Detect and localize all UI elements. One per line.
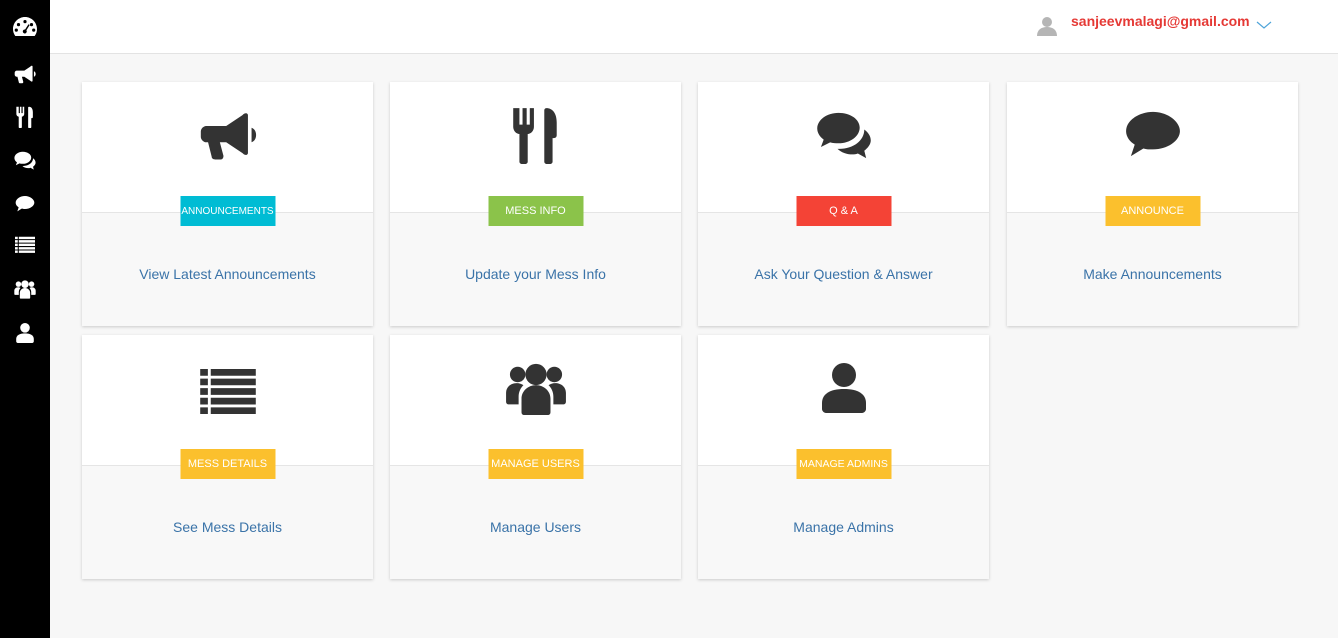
list-icon	[15, 236, 35, 253]
card-bottom: Update your Mess Info	[390, 212, 681, 326]
card-top	[390, 82, 681, 212]
card-mess-info: Update your Mess Info MESS INFO	[390, 82, 681, 326]
card-announcements: View Latest Announcements ANNOUNCEMENTS	[82, 82, 373, 326]
sidebar-item-dashboard[interactable]	[12, 14, 38, 40]
card-mess-details: See Mess Details MESS DETAILS	[82, 335, 373, 579]
avatar-icon	[1037, 17, 1057, 36]
card-top	[698, 82, 989, 212]
card-link[interactable]: Manage Users	[390, 519, 681, 535]
card-bottom: Make Announcements	[1007, 212, 1298, 326]
sidebar	[0, 0, 50, 638]
badge-mess-info[interactable]: MESS INFO	[488, 196, 583, 226]
sidebar-item-manage-admins[interactable]	[12, 320, 38, 346]
card-top	[82, 335, 373, 465]
users-icon	[505, 363, 566, 416]
card-top	[698, 335, 989, 465]
comments-icon	[14, 151, 36, 170]
user-icon	[16, 323, 34, 343]
card-bottom: Ask Your Question & Answer	[698, 212, 989, 326]
card-link[interactable]: View Latest Announcements	[82, 266, 373, 282]
card-announce: Make Announcements ANNOUNCE	[1007, 82, 1298, 326]
card-link[interactable]: Ask Your Question & Answer	[698, 266, 989, 282]
badge-mess-details[interactable]: MESS DETAILS	[180, 449, 275, 479]
sidebar-item-announce[interactable]	[12, 191, 38, 217]
card-top	[82, 82, 373, 212]
card-bottom: View Latest Announcements	[82, 212, 373, 326]
badge-manage-admins[interactable]: MANAGE ADMINS	[796, 449, 891, 479]
top-bar: sanjeevmalagi@gmail.com	[50, 0, 1338, 54]
sidebar-item-mess-details[interactable]	[12, 232, 38, 258]
card-link[interactable]: Update your Mess Info	[390, 266, 681, 282]
cutlery-icon	[512, 108, 557, 164]
badge-announce[interactable]: ANNOUNCE	[1105, 196, 1200, 226]
comment-icon	[1125, 111, 1180, 157]
card-link[interactable]: See Mess Details	[82, 519, 373, 535]
user-email[interactable]: sanjeevmalagi@gmail.com	[1071, 13, 1250, 29]
sidebar-item-qa[interactable]	[12, 147, 38, 173]
cutlery-icon	[16, 106, 33, 128]
sidebar-item-manage-users[interactable]	[12, 276, 38, 302]
card-bottom: Manage Admins	[698, 465, 989, 579]
sidebar-item-mess-info[interactable]	[12, 104, 38, 130]
bullhorn-icon	[14, 65, 36, 84]
comments-icon	[816, 112, 871, 159]
comment-icon	[15, 196, 35, 212]
badge-qa[interactable]: Q & A	[796, 196, 891, 226]
dashboard-icon	[13, 17, 37, 36]
sidebar-item-announcements[interactable]	[12, 61, 38, 87]
users-icon	[14, 280, 36, 299]
card-link[interactable]: Make Announcements	[1007, 266, 1298, 282]
card-link[interactable]: Manage Admins	[698, 519, 989, 535]
card-qa: Ask Your Question & Answer Q & A	[698, 82, 989, 326]
card-bottom: Manage Users	[390, 465, 681, 579]
badge-announcements[interactable]: ANNOUNCEMENTS	[180, 196, 275, 226]
card-manage-admins: Manage Admins MANAGE ADMINS	[698, 335, 989, 579]
card-manage-users: Manage Users MANAGE USERS	[390, 335, 681, 579]
list-icon	[199, 369, 256, 415]
user-icon	[821, 363, 866, 413]
bullhorn-icon	[200, 113, 256, 160]
chevron-down-icon[interactable]	[1256, 19, 1272, 31]
card-top	[390, 335, 681, 465]
card-top	[1007, 82, 1298, 212]
card-bottom: See Mess Details	[82, 465, 373, 579]
badge-manage-users[interactable]: MANAGE USERS	[488, 449, 583, 479]
